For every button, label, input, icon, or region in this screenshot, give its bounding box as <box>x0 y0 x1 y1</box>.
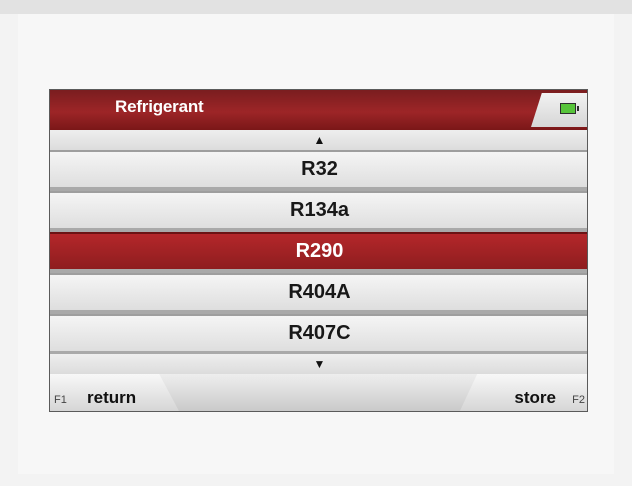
list-item-label: R407C <box>288 322 351 344</box>
list-item-r407c[interactable]: R407C <box>50 314 587 351</box>
store-label: store <box>514 388 556 407</box>
return-label: return <box>87 388 137 407</box>
scroll-up-button[interactable]: ▲ <box>50 130 587 150</box>
image-frame: Refrigerant ▲ R32 R134a R290 R404A R407C… <box>0 0 632 486</box>
return-button[interactable]: F1 return <box>50 374 180 411</box>
list-item-label: R134a <box>290 199 349 221</box>
down-arrow-icon: ▼ <box>313 357 326 371</box>
up-arrow-icon: ▲ <box>313 133 326 147</box>
list-item-r32[interactable]: R32 <box>50 150 587 187</box>
f2-label: F2 <box>572 394 585 406</box>
title-bar: Refrigerant <box>50 90 587 130</box>
screen-title: Refrigerant <box>115 97 204 116</box>
list-item-label: R32 <box>301 158 338 180</box>
store-button[interactable]: store F2 <box>459 374 587 411</box>
list-item-r404a[interactable]: R404A <box>50 273 587 310</box>
battery-tab <box>531 93 587 127</box>
battery-icon <box>560 103 579 114</box>
list-item-label: R404A <box>288 281 351 303</box>
device-screen: Refrigerant ▲ R32 R134a R290 R404A R407C… <box>49 89 588 412</box>
list-item-r290-selected[interactable]: R290 <box>50 232 587 269</box>
list-item-r134a[interactable]: R134a <box>50 191 587 228</box>
f1-label: F1 <box>54 394 67 406</box>
list-item-label: R290 <box>295 240 344 262</box>
scroll-down-button[interactable]: ▼ <box>50 354 587 374</box>
softkey-bar: F1 return store F2 <box>50 374 587 411</box>
